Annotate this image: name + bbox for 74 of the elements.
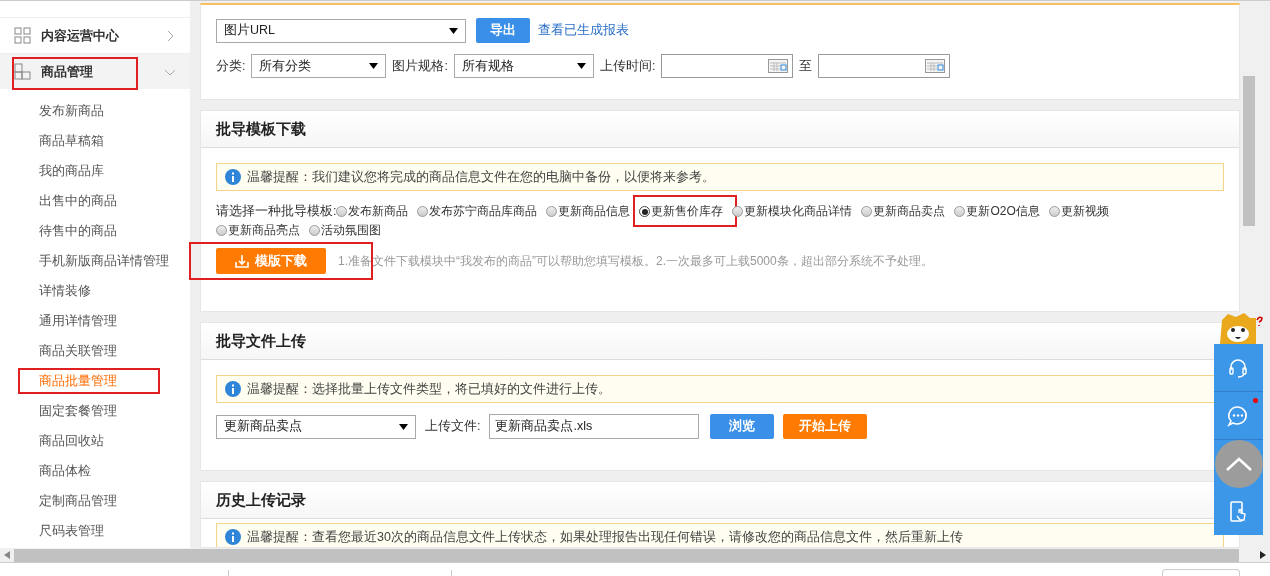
section-title: 批导文件上传 (216, 331, 306, 351)
filter-label: 图片规格: (392, 57, 448, 75)
radio-button[interactable] (732, 206, 744, 217)
template-radio[interactable]: 更新O2O信息 (954, 203, 1040, 220)
template-radio[interactable]: 更新商品信息 (546, 203, 631, 220)
sidebar-item[interactable]: 出售中的商品 (39, 192, 117, 210)
radio-button[interactable] (861, 206, 873, 217)
dropdown[interactable]: 图片URL (216, 18, 466, 43)
sidebar-item[interactable]: 固定套餐管理 (39, 402, 117, 420)
template-radio[interactable]: 活动氛围图 (309, 222, 381, 239)
horizontal-scrollbar[interactable] (0, 548, 1270, 562)
dropdown-arrow-icon (449, 27, 458, 34)
scroll-left-icon (4, 551, 10, 559)
date-field[interactable] (661, 54, 794, 78)
calendar-icon (925, 59, 946, 73)
template-radio[interactable]: 更新商品亮点 (216, 222, 300, 239)
sidebar-item[interactable]: 商品回收站 (39, 432, 104, 450)
notice-text: 温馨提醒：我们建议您将完成的商品信息文件在您的电脑中备份，以便将来参考。 (247, 168, 715, 186)
dropdown-arrow-icon (576, 63, 586, 69)
filter-label: 分类: (216, 57, 246, 75)
template-radio[interactable]: 更新售价库存 (639, 203, 724, 220)
sidebar-item[interactable]: 尺码表管理 (39, 522, 104, 540)
calendar-icon (768, 59, 789, 73)
sidebar-item[interactable]: 定制商品管理 (39, 492, 117, 510)
template-radio[interactable]: 发布苏宁商品库商品 (417, 203, 538, 220)
radio-button[interactable] (417, 206, 429, 217)
info-icon (225, 381, 241, 397)
file-label: 上传文件: (425, 418, 481, 435)
scroll-right-icon (1260, 551, 1266, 559)
radio-button[interactable] (309, 225, 320, 236)
sidebar-item[interactable]: 发布新商品 (39, 102, 104, 120)
sidebar-item[interactable]: 商品草稿箱 (39, 132, 104, 150)
download-icon (235, 254, 249, 268)
radio-button[interactable] (639, 206, 651, 217)
radio-button[interactable] (216, 225, 227, 236)
sidebar-item[interactable]: 我的商品库 (39, 162, 104, 180)
sidebar-item[interactable]: 待售中的商品 (39, 222, 117, 240)
file-field[interactable]: 更新商品卖点.xls (489, 414, 700, 439)
template-radio[interactable]: 更新商品卖点 (861, 203, 946, 220)
notice-text: 温馨提醒：查看您最近30次的商品信息文件上传状态，如果处理报告出现任何错误，请修改您的商品信息文件，然后重新上传 (247, 528, 963, 546)
chevron-up-icon (1225, 457, 1252, 471)
dropdown[interactable]: 所有分类 (251, 54, 387, 78)
info-icon (225, 529, 241, 545)
radio-button[interactable] (1048, 206, 1060, 217)
filter-label: 上传时间: (599, 57, 656, 75)
template-radio[interactable]: 更新视频 (1048, 203, 1109, 220)
sidebar-item[interactable]: 详情装修 (39, 282, 91, 300)
nav-group[interactable]: 商品管理 (0, 53, 190, 89)
range-separator: 至 (799, 57, 813, 75)
radio-button[interactable] (954, 206, 966, 217)
info-icon (225, 169, 241, 185)
radio-button[interactable] (336, 206, 348, 217)
grid-icon (14, 27, 31, 44)
dropdown-arrow-icon (399, 423, 408, 430)
sidebar-item[interactable]: 商品关联管理 (39, 342, 117, 360)
scroll-top-button[interactable] (1214, 440, 1263, 488)
sidebar-item[interactable]: 通用详情管理 (39, 312, 117, 330)
dropdown[interactable]: 更新商品卖点 (216, 414, 416, 439)
sidebar-item[interactable]: 商品体检 (39, 462, 91, 480)
template-radio[interactable]: 发布新商品 (336, 203, 409, 220)
chat-icon (1226, 403, 1250, 428)
radio-button[interactable] (546, 206, 558, 217)
report-link[interactable]: 查看已生成报表 (538, 22, 629, 39)
dropdown[interactable]: 所有规格 (453, 54, 594, 78)
blocks-icon (14, 63, 31, 80)
template-radio[interactable]: 更新模块化商品详情 (732, 203, 853, 220)
dropdown-arrow-icon (369, 63, 379, 69)
date-field[interactable] (818, 54, 951, 78)
section-title: 历史上传记录 (216, 490, 306, 510)
template-label: 请选择一种批导模板: (216, 203, 337, 220)
section-title: 批导模板下载 (216, 119, 306, 139)
hint-text: 1.准备文件下载模块中“我发布的商品”可以帮助您填写模板。2.一次最多可上载5000条，超出部分系统不予处理。 (338, 252, 933, 270)
notice-text: 温馨提醒：选择批量上传文件类型，将已填好的文件进行上传。 (247, 380, 611, 398)
sidebar-item[interactable]: 手机新版商品详情管理 (39, 252, 169, 270)
